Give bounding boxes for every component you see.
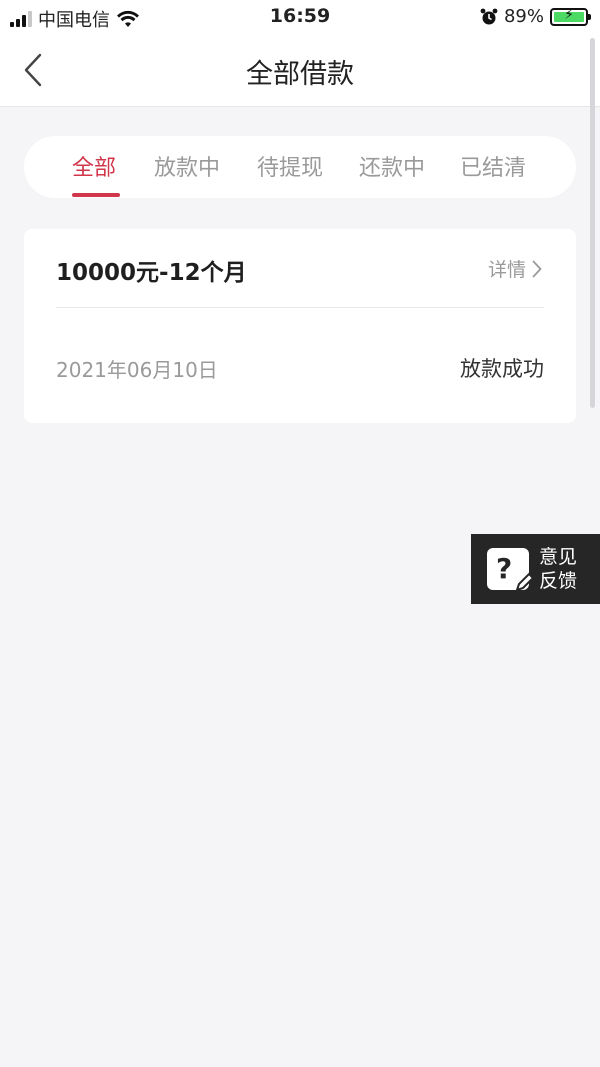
status-bar: 中国电信 16:59 89% ⚡ xyxy=(0,0,600,34)
feedback-label: 意见 反馈 xyxy=(539,545,577,593)
loan-date: 2021年06月10日 xyxy=(56,358,218,382)
card-divider xyxy=(56,307,544,308)
loan-title: 10000元-12个月 xyxy=(56,260,247,286)
detail-link[interactable]: 详情 xyxy=(488,255,542,282)
feedback-line1: 意见 xyxy=(539,546,578,568)
tab-disbursing[interactable]: 放款中 xyxy=(141,150,233,182)
detail-label: 详情 xyxy=(487,259,526,281)
tab-pending-withdrawal[interactable]: 待提现 xyxy=(244,150,336,182)
alarm-icon xyxy=(480,8,498,24)
feedback-line2: 反馈 xyxy=(539,570,578,592)
tab-repaying[interactable]: 还款中 xyxy=(346,150,438,182)
chevron-right-icon xyxy=(532,260,542,277)
question-edit-icon: ? xyxy=(487,548,535,592)
loan-card[interactable]: 10000元-12个月 详情 2021年06月10日 放款成功 xyxy=(24,229,576,423)
battery-percent: 89% xyxy=(503,6,544,27)
status-tabs: 全部 放款中 待提现 还款中 已结清 xyxy=(24,136,576,198)
active-tab-indicator xyxy=(72,193,120,197)
nav-bar: 全部借款 xyxy=(0,34,600,107)
status-right: 89% ⚡ xyxy=(480,6,591,27)
page-title: 全部借款 xyxy=(246,59,354,90)
feedback-button[interactable]: ? 意见 反馈 xyxy=(471,534,600,604)
scrollbar[interactable] xyxy=(590,38,595,408)
loan-status: 放款成功 xyxy=(460,357,544,381)
tab-settled[interactable]: 已结清 xyxy=(447,150,539,182)
tab-all[interactable]: 全部 xyxy=(48,150,140,182)
battery-icon: ⚡ xyxy=(550,7,591,26)
